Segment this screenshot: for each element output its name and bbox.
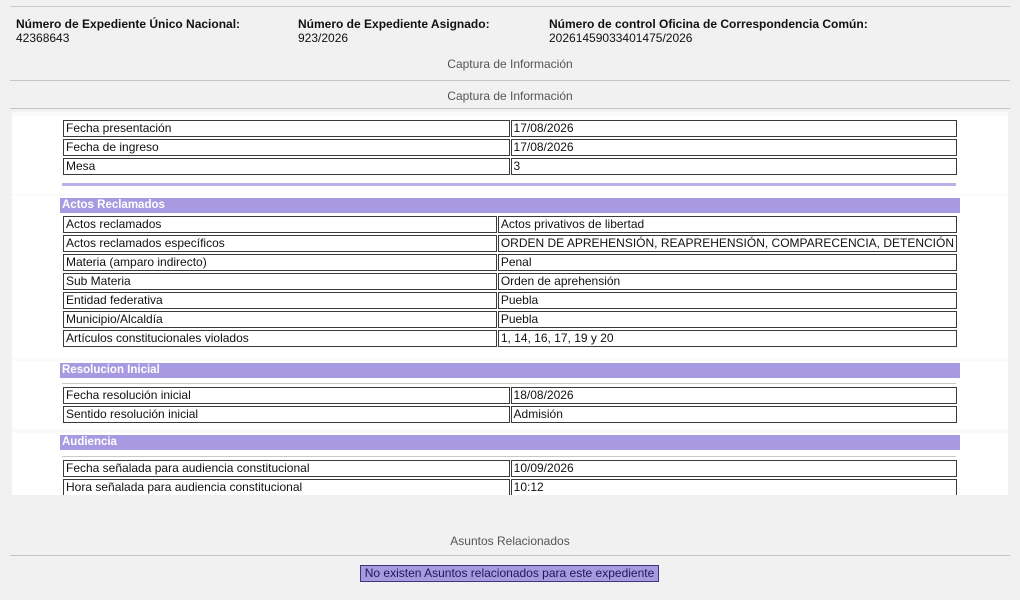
table-row: Actos reclamados Actos privativos de lib… [63,216,957,233]
actos-group: Actos Reclamados Actos reclamados Actos … [12,196,1008,358]
section-divider [62,183,956,186]
field-label: Municipio/Alcaldía [63,311,497,328]
table-row: Sub Materia Orden de aprehensión [63,273,957,290]
table-row: Fecha de ingreso 17/08/2026 [63,139,957,156]
table-row: Actos reclamados específicos ORDEN DE AP… [63,235,957,252]
section-divider [62,456,956,457]
field-value: Puebla [497,311,957,328]
field-value: 17/08/2026 [510,120,957,137]
expediente-header: Número de Expediente Único Nacional: 423… [16,17,1010,49]
table-row: Materia (amparo indirecto) Penal [63,254,957,271]
section-header-resolucion: Resolucion Inicial [60,363,960,378]
captura-title-2: Captura de Información [447,89,573,103]
captura-title-1: Captura de Información [447,57,573,71]
expediente-unico: Número de Expediente Único Nacional: 423… [16,17,240,45]
general-group: Fecha presentación 17/08/2026 Fecha de i… [12,116,1008,194]
section-header-actos: Actos Reclamados [60,198,960,213]
table-row: Entidad federativa Puebla [63,292,957,309]
divider [10,555,1010,556]
field-value: 18/08/2026 [510,387,957,404]
expediente-unico-value: 42368643 [16,31,70,45]
field-label: Hora señalada para audiencia constitucio… [63,479,510,495]
field-label: Sub Materia [63,273,497,290]
audiencia-table: Fecha señalada para audiencia constituci… [62,458,958,495]
field-label: Entidad federativa [63,292,497,309]
field-value: 10:12 [510,479,957,495]
table-row: Fecha presentación 17/08/2026 [63,120,957,137]
general-table: Fecha presentación 17/08/2026 Fecha de i… [62,118,958,177]
field-value: Orden de aprehensión [497,273,957,290]
table-row: Hora señalada para audiencia constitucio… [63,479,957,495]
field-value: 17/08/2026 [510,139,957,156]
actos-table: Actos reclamados Actos privativos de lib… [62,214,958,349]
divider [10,108,1010,109]
field-value: Admisión [510,406,957,423]
field-label: Fecha resolución inicial [63,387,510,404]
field-value: 1, 14, 16, 17, 19 y 20 [497,330,957,347]
expediente-asignado-value: 923/2026 [298,31,349,45]
field-label: Fecha señalada para audiencia constituci… [63,460,510,477]
field-label: Artículos constitucionales violados [63,330,497,347]
table-row: Fecha señalada para audiencia constituci… [63,460,957,477]
field-value: ORDEN DE APREHENSIÓN, REAPREHENSIÓN, COM… [497,235,957,252]
field-label: Actos reclamados específicos [63,235,497,252]
field-label: Mesa [63,158,510,175]
control-oficina-value: 20261459033401475/2026 [549,31,693,45]
divider [10,80,1010,81]
audiencia-group: Audiencia Fecha señalada para audiencia … [12,433,1008,495]
control-oficina: Número de control Oficina de Corresponde… [549,17,868,45]
field-label: Sentido resolución inicial [63,406,510,423]
expediente-asignado: Número de Expediente Asignado: 923/2026 [298,17,490,45]
captura-panel[interactable]: Fecha presentación 17/08/2026 Fecha de i… [12,112,1008,495]
top-divider [10,6,1010,7]
section-divider [62,383,956,384]
no-asuntos-message: No existen Asuntos relacionados para est… [360,565,659,582]
table-row: Sentido resolución inicial Admisión [63,406,957,423]
expediente-asignado-label: Número de Expediente Asignado: [298,17,490,31]
resolucion-group: Resolucion Inicial Fecha resolución inic… [12,361,1008,429]
table-row: Municipio/Alcaldía Puebla [63,311,957,328]
field-value: Puebla [497,292,957,309]
field-value: Penal [497,254,957,271]
control-oficina-label: Número de control Oficina de Corresponde… [549,17,868,31]
field-value: Actos privativos de libertad [497,216,957,233]
field-label: Actos reclamados [63,216,497,233]
field-label: Materia (amparo indirecto) [63,254,497,271]
asuntos-relacionados-title: Asuntos Relacionados [450,534,570,548]
field-label: Fecha de ingreso [63,139,510,156]
table-row: Fecha resolución inicial 18/08/2026 [63,387,957,404]
field-value: 10/09/2026 [510,460,957,477]
resolucion-table: Fecha resolución inicial 18/08/2026 Sent… [62,385,958,425]
table-row: Artículos constitucionales violados 1, 1… [63,330,957,347]
expediente-unico-label: Número de Expediente Único Nacional: [16,17,241,31]
section-header-audiencia: Audiencia [60,435,960,450]
table-row: Mesa 3 [63,158,957,175]
field-value: 3 [510,158,957,175]
field-label: Fecha presentación [63,120,510,137]
